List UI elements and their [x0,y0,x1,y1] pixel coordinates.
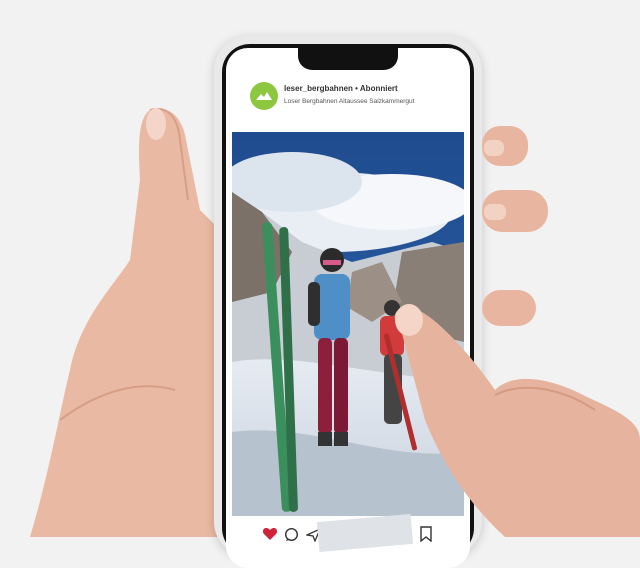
mountain-logo-icon [256,92,272,100]
notch [298,48,398,70]
follow-status[interactable]: Abonniert [360,84,398,93]
post-header: leser_bergbahnen • Abonniert Loser Bergb… [226,78,470,128]
separator: • [355,84,358,93]
left-hand [30,107,230,537]
comment-icon[interactable] [284,527,299,542]
profile-avatar[interactable] [250,82,278,110]
tapping-hand [394,304,640,537]
username[interactable]: leser_bergbahnen [284,84,353,93]
heart-icon[interactable] [262,527,278,541]
post-location[interactable]: Loser Bergbahnen Altaussee Salzkammergut [284,98,414,105]
scene: leser_bergbahnen • Abonniert Loser Bergb… [0,0,640,568]
post-handle[interactable]: leser_bergbahnen • Abonniert [284,84,398,93]
